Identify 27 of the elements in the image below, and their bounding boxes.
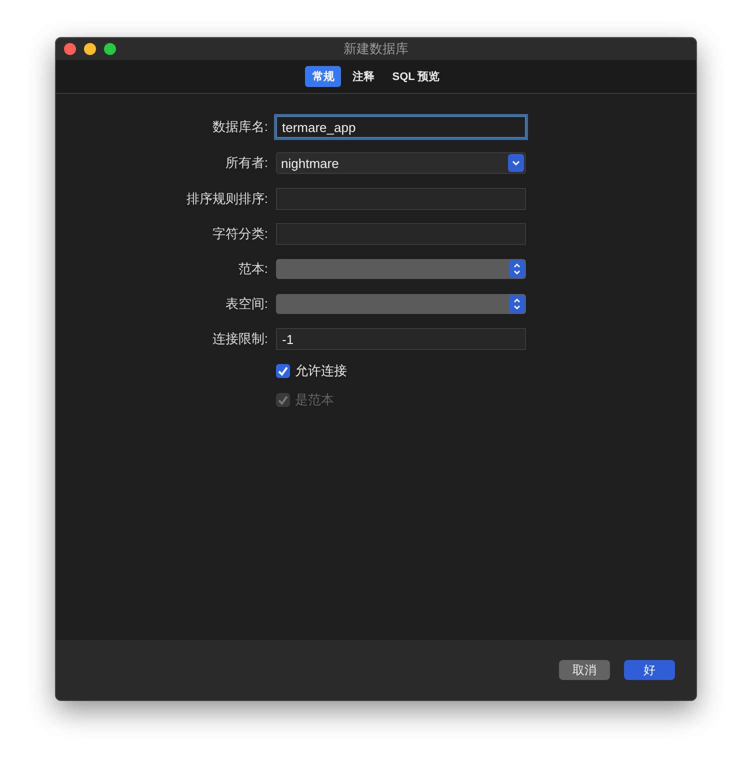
field-label: 范本: (237, 260, 268, 278)
checkbox-label: 允许连接 (295, 362, 347, 380)
input-field[interactable] (276, 223, 526, 245)
field-label: 字符分类: (211, 225, 268, 243)
input-field[interactable]: termare_app (276, 116, 526, 138)
input-field[interactable] (276, 188, 526, 210)
field-label: 所有者: (224, 154, 268, 172)
tab[interactable]: SQL 预览 (385, 66, 447, 87)
field-label: 排序规则排序: (185, 190, 268, 208)
input-field[interactable]: -1 (276, 328, 526, 350)
field-label: 数据库名: (211, 118, 268, 136)
dropdown[interactable]: nightmare (276, 152, 526, 174)
minimize-icon[interactable] (84, 43, 96, 55)
up-down-chevron-icon (509, 295, 525, 313)
tab[interactable]: 常规 (305, 66, 342, 87)
checkbox[interactable] (276, 364, 290, 378)
ok-button[interactable]: 好 (624, 660, 675, 680)
field-label: 连接限制: (211, 330, 268, 348)
cancel-button[interactable]: 取消 (559, 660, 610, 680)
tab[interactable]: 注释 (345, 66, 382, 87)
chevron-down-icon (508, 154, 524, 172)
up-down-chevron-icon (509, 260, 525, 278)
checkbox-label: 是范本 (295, 391, 334, 409)
window-title: 新建数据库 (344, 40, 408, 58)
close-icon[interactable] (64, 43, 76, 55)
field-label: 表空间: (224, 295, 268, 313)
zoom-icon[interactable] (104, 43, 116, 55)
